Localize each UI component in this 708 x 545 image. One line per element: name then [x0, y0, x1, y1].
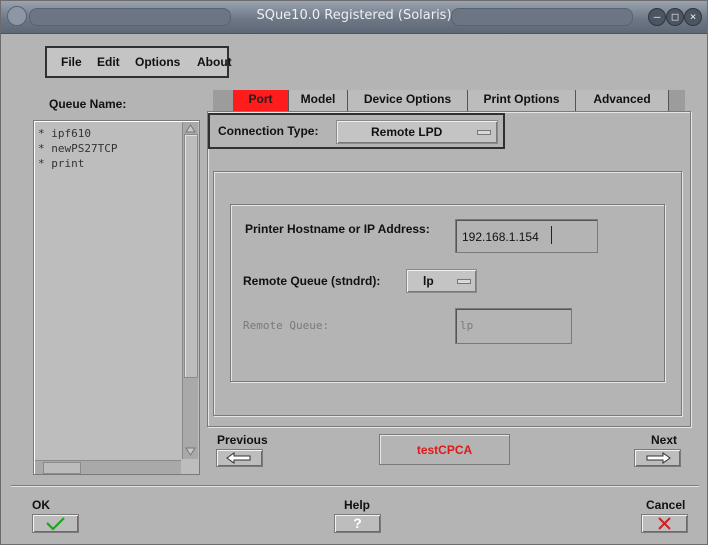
- option-menu-indicator-icon: [477, 130, 491, 135]
- previous-button[interactable]: [216, 449, 263, 467]
- option-menu-indicator-icon: [457, 279, 471, 284]
- next-label: Next: [651, 433, 678, 447]
- tab-bar: Port Model Device Options Print Options …: [213, 90, 685, 111]
- connection-type-label: Connection Type:: [218, 124, 319, 138]
- remote-queue-label: Remote Queue:: [243, 319, 330, 332]
- ok-button[interactable]: [32, 514, 79, 533]
- queue-list[interactable]: * ipf610 * newPS27TCP * print: [33, 120, 200, 475]
- question-mark-icon: ?: [353, 515, 362, 531]
- cancel-label: Cancel: [646, 498, 686, 512]
- list-item[interactable]: * ipf610: [38, 127, 91, 140]
- queue-name-label: Queue Name:: [49, 97, 127, 111]
- queue-list-vertical-scrollbar[interactable]: [182, 122, 198, 459]
- vertical-scroll-thumb[interactable]: [184, 134, 198, 378]
- menu-file[interactable]: File: [61, 55, 82, 69]
- title-bar[interactable]: SQue10.0 Registered (Solaris) – □ ×: [1, 1, 707, 34]
- list-item[interactable]: * print: [38, 157, 84, 170]
- hostname-input[interactable]: 192.168.1.154: [455, 219, 598, 253]
- tab-device-options[interactable]: Device Options: [348, 90, 468, 111]
- window-title: SQue10.0 Registered (Solaris): [256, 8, 452, 23]
- status-box: testCPCA: [379, 434, 510, 465]
- tab-print-options[interactable]: Print Options: [468, 90, 576, 111]
- horizontal-scroll-thumb[interactable]: [43, 462, 81, 474]
- menu-options[interactable]: Options: [135, 55, 180, 69]
- menu-edit[interactable]: Edit: [97, 55, 120, 69]
- remote-queue-standard-select[interactable]: lp: [406, 269, 477, 293]
- next-button[interactable]: [634, 449, 681, 467]
- help-label: Help: [344, 498, 371, 512]
- hostname-label: Printer Hostname or IP Address:: [245, 222, 430, 236]
- close-icon[interactable]: ×: [684, 8, 702, 26]
- menu-bar: File Edit Options About: [45, 46, 232, 78]
- help-button[interactable]: ?: [334, 514, 381, 533]
- cancel-button[interactable]: [641, 514, 688, 533]
- previous-label: Previous: [217, 433, 268, 447]
- maximize-icon[interactable]: □: [666, 8, 684, 26]
- list-item[interactable]: * newPS27TCP: [38, 142, 117, 155]
- remote-queue-standard-label: Remote Queue (stndrd):: [243, 274, 381, 288]
- arrow-right-icon: [646, 452, 671, 464]
- minimize-icon[interactable]: –: [648, 8, 666, 26]
- tab-port[interactable]: Port: [233, 90, 289, 111]
- menu-about[interactable]: About: [197, 55, 232, 69]
- queue-list-horizontal-scrollbar[interactable]: [35, 460, 181, 474]
- separator: [11, 485, 699, 487]
- x-icon: [658, 517, 671, 530]
- connection-type-select[interactable]: Remote LPD: [336, 120, 498, 144]
- tab-advanced[interactable]: Advanced: [576, 90, 669, 111]
- checkmark-icon: [46, 517, 65, 531]
- app-window: SQue10.0 Registered (Solaris) – □ × File…: [0, 0, 708, 545]
- connection-type-group: Connection Type: Remote LPD: [208, 113, 505, 149]
- text-cursor: [551, 226, 552, 244]
- ok-label: OK: [32, 498, 50, 512]
- tab-model[interactable]: Model: [289, 90, 348, 111]
- remote-queue-input: lp: [455, 308, 572, 344]
- arrow-left-icon: [226, 452, 251, 464]
